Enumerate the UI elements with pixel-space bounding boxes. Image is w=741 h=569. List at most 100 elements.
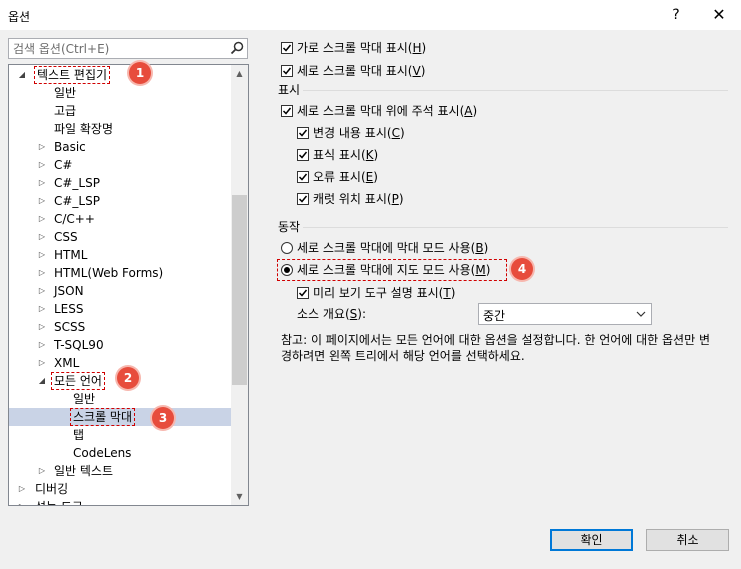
bar-mode-radio[interactable]: [281, 242, 293, 254]
expand-icon[interactable]: ▷: [17, 480, 27, 498]
checkmark-icon: [298, 151, 308, 159]
checkmark-icon: [282, 107, 292, 115]
expand-icon[interactable]: ▷: [37, 336, 47, 354]
expand-icon[interactable]: ▷: [37, 300, 47, 318]
tree-item-label: 일반 텍스트: [54, 464, 114, 478]
annotations-checkbox[interactable]: [281, 105, 293, 117]
tree-item-label: C/C++: [54, 212, 95, 226]
source-overview-dropdown[interactable]: 중간: [478, 303, 652, 325]
expand-icon[interactable]: ▷: [37, 156, 47, 174]
options-tree: ◢ 텍스트 편집기 일반 고급 파일 확장명 ▷ Basic ▷ C# ▷ C#_LS…: [8, 64, 249, 506]
tree-item-label: 성능 도구: [35, 498, 83, 505]
map-mode-radio[interactable]: [281, 264, 293, 276]
checkmark-icon: [298, 195, 308, 203]
note-text: 참고: 이 페이지에서는 모든 언어에 대한 옵션을 설정합니다. 한 언어에 …: [281, 333, 710, 363]
checkmark-icon: [298, 173, 308, 181]
search-input[interactable]: [9, 39, 227, 58]
scroll-thumb[interactable]: [232, 195, 247, 385]
ok-button[interactable]: 확인: [550, 529, 633, 551]
annotation-badge-3: 3: [152, 407, 174, 429]
expand-icon[interactable]: ▷: [37, 228, 47, 246]
show-marks-label: 표식 표시(K): [313, 148, 379, 162]
expand-icon[interactable]: ▷: [37, 174, 47, 192]
expand-icon[interactable]: ▷: [17, 498, 27, 505]
expand-icon[interactable]: ▷: [37, 246, 47, 264]
show-horizontal-scrollbar-label: 가로 스크롤 막대 표시(H): [297, 41, 427, 55]
tree-item-text-editor[interactable]: ◢ 텍스트 편집기: [9, 66, 231, 84]
tree-item-label: JSON: [54, 284, 84, 298]
radio-selected-dot: [284, 267, 290, 273]
tree-item-label: 스크롤 막대: [70, 408, 136, 426]
expand-icon[interactable]: ▷: [37, 210, 47, 228]
expand-icon[interactable]: ▷: [37, 138, 47, 156]
tree-item-label: 파일 확장명: [54, 122, 114, 136]
show-errors-checkbox[interactable]: [297, 171, 309, 183]
show-vertical-scrollbar-label: 세로 스크롤 막대 표시(V): [297, 64, 426, 78]
collapse-icon[interactable]: ◢: [17, 66, 27, 84]
show-caret-label: 캐럿 위치 표시(P): [313, 192, 404, 206]
checkmark-icon: [282, 44, 292, 52]
tree-item-label: C#_LSP: [54, 176, 100, 190]
tree-item-label: Basic: [54, 140, 86, 154]
source-overview-value: 중간: [483, 309, 506, 323]
checkmark-icon: [298, 129, 308, 137]
checkmark-icon: [298, 289, 308, 297]
tree-item-label: C#: [54, 158, 73, 172]
expand-icon[interactable]: ▷: [37, 354, 47, 372]
tree-item-label: 모든 언어: [51, 372, 105, 390]
search-box: [8, 38, 248, 59]
display-group-divider: [303, 90, 728, 91]
cancel-button[interactable]: 취소: [646, 529, 729, 551]
window-title: 옵션: [8, 10, 31, 24]
tree-item-label: 일반: [73, 392, 96, 406]
map-mode-label: 세로 스크롤 막대에 지도 모드 사용(M): [297, 263, 491, 277]
bar-mode-label: 세로 스크롤 막대에 막대 모드 사용(B): [297, 241, 489, 255]
tree-item-label: 탭: [73, 428, 85, 442]
preview-tooltip-label: 미리 보기 도구 설명 표시(T): [313, 286, 456, 300]
behavior-group-divider: [303, 227, 728, 228]
display-group-heading: 표시: [278, 83, 301, 97]
expand-icon[interactable]: ▷: [37, 264, 47, 282]
tree-item-label: HTML: [54, 248, 88, 262]
tree-scrollbar[interactable]: ▲ ▼: [231, 65, 248, 505]
expand-icon[interactable]: ▷: [37, 462, 47, 480]
annotation-badge-1: 1: [129, 62, 151, 84]
show-changes-checkbox[interactable]: [297, 127, 309, 139]
behavior-group-heading: 동작: [278, 220, 301, 234]
tree-item-label: 텍스트 편집기: [34, 66, 111, 84]
tree-item-label: 일반: [54, 86, 77, 100]
show-vertical-scrollbar-checkbox[interactable]: [281, 65, 293, 77]
chevron-down-icon: [636, 311, 646, 317]
tree-item-label: 고급: [54, 104, 77, 118]
scroll-up-arrow-icon[interactable]: ▲: [231, 65, 248, 82]
annotation-badge-2: 2: [117, 367, 139, 389]
scroll-down-arrow-icon[interactable]: ▼: [231, 488, 248, 505]
help-button[interactable]: ?: [664, 4, 688, 26]
show-errors-label: 오류 표시(E): [313, 170, 378, 184]
close-button[interactable]: ✕: [704, 4, 734, 26]
show-caret-checkbox[interactable]: [297, 193, 309, 205]
tree-item-label: T-SQL90: [54, 338, 104, 352]
title-bar: [0, 0, 741, 30]
annotation-badge-4: 4: [511, 258, 533, 280]
show-marks-checkbox[interactable]: [297, 149, 309, 161]
tree-item-label: XML: [54, 356, 80, 370]
tree-item-label: LESS: [54, 302, 84, 316]
tree-item-label: CSS: [54, 230, 78, 244]
collapse-icon[interactable]: ◢: [37, 372, 47, 390]
expand-icon[interactable]: ▷: [37, 282, 47, 300]
show-changes-label: 변경 내용 표시(C): [313, 126, 405, 140]
tree-item-label: CodeLens: [73, 446, 132, 460]
preview-tooltip-checkbox[interactable]: [297, 287, 309, 299]
source-overview-label: 소스 개요(S):: [297, 307, 367, 321]
tree-item-label: C#_LSP: [54, 194, 100, 208]
search-icon[interactable]: [230, 41, 244, 55]
checkmark-icon: [282, 67, 292, 75]
tree-item-label: SCSS: [54, 320, 86, 334]
show-horizontal-scrollbar-checkbox[interactable]: [281, 42, 293, 54]
expand-icon[interactable]: ▷: [37, 318, 47, 336]
expand-icon[interactable]: ▷: [37, 192, 47, 210]
annotations-label: 세로 스크롤 막대 위에 주석 표시(A): [297, 104, 478, 118]
tree-item-label: 디버깅: [35, 482, 69, 496]
tree-item-scrollbar[interactable]: 스크롤 막대: [9, 408, 231, 426]
